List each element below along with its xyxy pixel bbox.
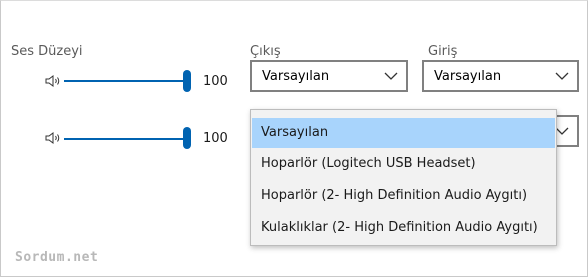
output-device-select[interactable]: Varsayılan (250, 60, 408, 92)
volume-slider-thumb-1[interactable] (183, 70, 191, 92)
device-dropdown-list: Varsayılan Hoparlör (Logitech USB Headse… (250, 109, 557, 246)
dropdown-option[interactable]: Kulaklıklar (2- High Definition Audio Ay… (252, 213, 555, 243)
output-selected-value: Varsayılan (262, 69, 330, 84)
volume-value-2: 100 (203, 131, 228, 146)
speaker-icon (45, 132, 60, 144)
volume-slider-track-1[interactable] (64, 80, 186, 82)
dropdown-option[interactable]: Hoparlör (Logitech USB Headset) (252, 149, 555, 179)
input-device-select[interactable]: Varsayılan (422, 60, 579, 92)
speaker-icon (45, 75, 60, 87)
volume-section-label: Ses Düzeyi (11, 44, 83, 59)
input-label: Giriş (428, 44, 458, 59)
output-label: Çıkış (250, 44, 281, 59)
dropdown-option[interactable]: Varsayılan (252, 118, 555, 148)
audio-settings-panel: Ses Düzeyi 100 100 Çıkış Varsayılan Giri… (0, 0, 588, 277)
chevron-down-icon (384, 72, 398, 80)
volume-slider-track-2[interactable] (64, 138, 186, 140)
volume-slider-thumb-2[interactable] (183, 127, 191, 149)
input-selected-value: Varsayılan (434, 69, 502, 84)
chevron-down-icon (555, 72, 569, 80)
watermark: Sordum.net (15, 250, 99, 265)
chevron-down-icon (555, 127, 569, 135)
dropdown-option[interactable]: Hoparlör (2- High Definition Audio Aygıt… (252, 181, 555, 211)
volume-value-1: 100 (203, 74, 228, 89)
